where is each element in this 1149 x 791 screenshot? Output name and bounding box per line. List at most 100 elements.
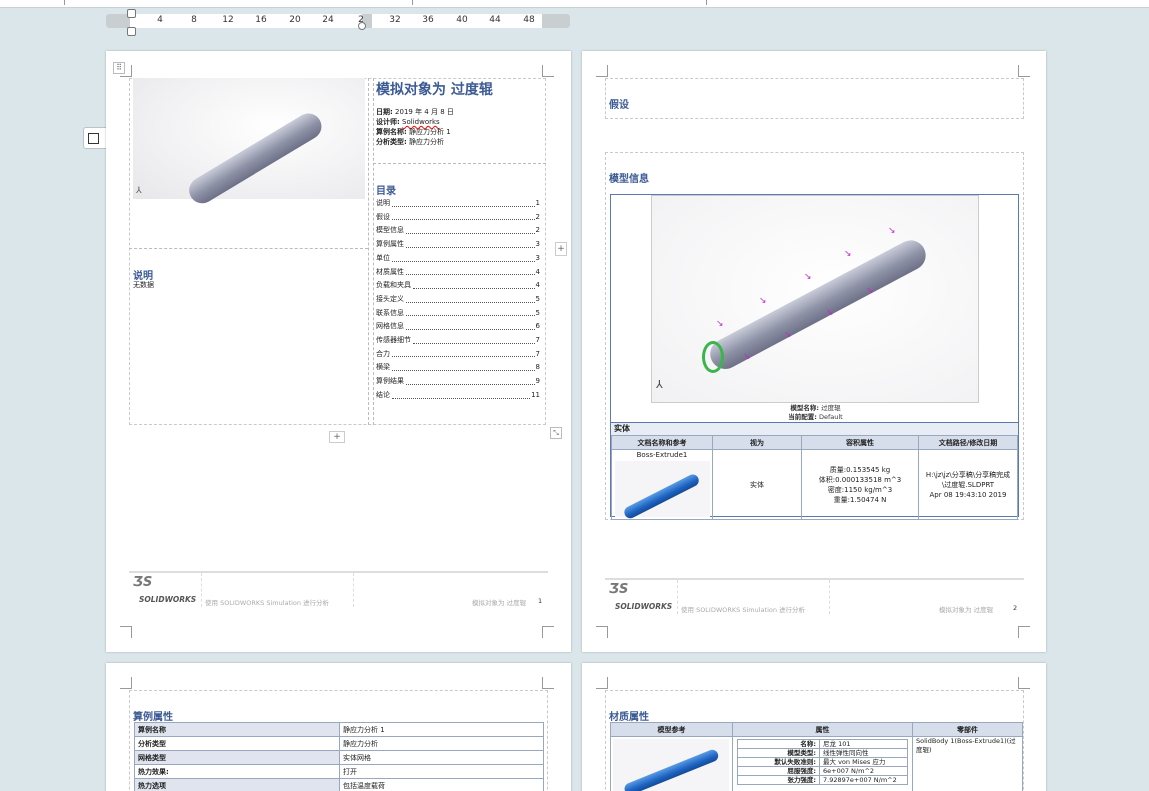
top-ruler-strip: [0, 0, 1149, 8]
ruler-tick: 4: [157, 15, 163, 25]
toc-item[interactable]: 模型信息 2: [376, 224, 540, 238]
meta-label: 算例名称:: [376, 128, 407, 136]
treated-as: 实体: [712, 449, 802, 520]
page-number: 2: [1013, 604, 1018, 612]
toc-item[interactable]: 传感器细节 7: [376, 334, 540, 348]
meta-value: 静应力分析 1: [409, 128, 451, 136]
config-value: Default: [818, 413, 843, 421]
ruler-tick: 8: [191, 15, 197, 25]
left-indent-marker[interactable]: [127, 27, 136, 36]
footer-title: 模拟对象为 过度辊: [939, 606, 994, 614]
description-text: 无数据: [133, 281, 154, 289]
load-arrows: ↘ ↘ ↘ ↘ ↘ ↘ ↘ ↘ ↘: [716, 226, 896, 362]
ruler-tick: 36: [422, 15, 434, 25]
table-row: 名称: 尼龙 101 模型类型: 线性弹性同向性 默认失败准则: 最大 von Mis…: [610, 736, 1023, 791]
horizontal-ruler[interactable]: 4 8 12 16 20 24 2 32 36 40 44 48: [106, 9, 570, 36]
ruler-tick: 40: [456, 15, 468, 25]
toc-item[interactable]: 结论 11: [376, 389, 540, 403]
ruler-tick: 48: [523, 15, 535, 25]
toc-item[interactable]: 假设 2: [376, 211, 540, 225]
toc-item-page: 9: [535, 377, 540, 386]
footer-text: 使用 SOLIDWORKS Simulation 进行分析: [205, 599, 330, 607]
model-image: ⅄: [133, 78, 365, 209]
ruler-tick: 44: [489, 15, 501, 25]
first-line-indent-marker[interactable]: [127, 9, 136, 18]
toc-item-page: 5: [535, 308, 540, 317]
toc-item-label: 假设: [376, 212, 390, 221]
page-1: ⠿ ⅄ 模拟对象为 过度辊 日期: 2019 年 4 月 8 日 设计师: So…: [106, 51, 571, 652]
ruler-tick: 12: [222, 15, 234, 25]
toc-item-page: 7: [535, 349, 540, 358]
meta-label: 设计师:: [376, 118, 400, 126]
assumptions-heading: 假设: [609, 100, 629, 111]
table-row: 算例名称 静应力分析 1: [134, 722, 544, 737]
toc-item-page: 1: [535, 199, 540, 207]
toc-item-page: 3: [535, 240, 540, 249]
ruler-tick: 32: [389, 15, 401, 25]
toc-item[interactable]: 联系信息 5: [376, 307, 540, 321]
table-row: 网格类型 实体网格: [134, 750, 544, 765]
right-indent-marker[interactable]: [358, 22, 366, 30]
toc-item-label: 算例属性: [376, 240, 404, 249]
toc-item-page: 3: [535, 253, 540, 262]
toc-item[interactable]: 算例属性 3: [376, 238, 540, 252]
column-header: 零部件: [912, 722, 1023, 737]
model-info-heading: 模型信息: [609, 174, 649, 185]
weight-prop: 重量:1.50474 N: [833, 495, 887, 504]
toc-item[interactable]: 横梁 8: [376, 361, 540, 375]
add-row-button[interactable]: +: [329, 431, 345, 443]
page-3: 算例属性 算例名称 静应力分析 1 分析类型 静应力分析 网格类型 实体网格 热力效果…: [106, 663, 571, 791]
table-row: Boss-Extrude1 实体 质量:0.153545 kg 体积:0.000…: [611, 449, 1018, 521]
solidworks-logo: ƷS SOLIDWORKS: [609, 582, 673, 611]
column-header: 容积属性: [801, 435, 919, 450]
material-thumbnail: [613, 739, 729, 791]
table-resize-handle[interactable]: ⤡: [550, 427, 562, 439]
meta-label: 分析类型:: [376, 138, 407, 146]
table-row: 热力选项 包括温度载荷: [134, 778, 544, 791]
toc-item[interactable]: 合力 7: [376, 348, 540, 362]
toc-item-label: 网格信息: [376, 322, 404, 331]
toc-item-page: 4: [535, 281, 540, 290]
material-props-inner: 名称: 尼龙 101 模型类型: 线性弹性同向性 默认失败准则: 最大 von Mis…: [737, 739, 908, 785]
toc-item-label: 合力: [376, 349, 390, 358]
toc-item[interactable]: 接头定义 5: [376, 293, 540, 307]
meta-value: 静应力分析: [409, 138, 445, 146]
ruler-tick: 20: [289, 15, 301, 25]
model-render: ⅄ ↘ ↘ ↘ ↘ ↘ ↘ ↘ ↘ ↘: [651, 195, 979, 403]
toc-item-label: 算例结果: [376, 377, 404, 386]
axis-triad-icon: ⅄: [656, 378, 663, 391]
column-header: 模型参考: [610, 722, 733, 737]
toc-item-page: 6: [535, 322, 540, 331]
toc-item-label: 传感器细节: [376, 336, 411, 345]
footer-title: 模拟对象为 过度辊: [472, 599, 527, 607]
solidworks-logo: ƷS SOLIDWORKS: [133, 575, 197, 604]
toc-item-label: 接头定义: [376, 294, 404, 303]
meta-value: Solidworks: [402, 118, 440, 126]
toc-item-label: 横梁: [376, 363, 390, 372]
toc-heading: 目录: [376, 186, 396, 197]
toc-item-page: 2: [535, 226, 540, 235]
doc-date: Apr 08 19:43:10 2019: [929, 490, 1007, 499]
table-move-handle[interactable]: ⠿: [113, 62, 125, 74]
column-header: 文档路径/修改日期: [918, 435, 1018, 450]
body-thumbnail: [614, 461, 710, 521]
toc-item[interactable]: 说明 1: [376, 197, 540, 211]
meta-label: 日期:: [376, 108, 393, 116]
material-props-table: 模型参考 属性 零部件 名称: 尼龙 101 模型类型: 线性弹性同向性 默认失败准…: [610, 722, 1023, 791]
toc-item-page: 7: [535, 336, 540, 345]
add-column-button[interactable]: +: [555, 242, 567, 256]
toc-item[interactable]: 算例结果 9: [376, 375, 540, 389]
study-props-table: 算例名称 静应力分析 1 分析类型 静应力分析 网格类型 实体网格 热力效果: 打开 热…: [134, 722, 544, 791]
footer-text: 使用 SOLIDWORKS Simulation 进行分析: [681, 606, 806, 614]
toc-item[interactable]: 负载和夹具 4: [376, 279, 540, 293]
mass-prop: 质量:0.153545 kg: [829, 465, 891, 474]
toc-item[interactable]: 网格信息 6: [376, 320, 540, 334]
table-of-contents: 说明 1 假设 2 模型信息 2 算例属性 3 单位 3 材质属性 4 负载和夹具 4 接头定义 5 联系信息 5…: [376, 197, 540, 403]
toc-item-page: 4: [535, 267, 540, 276]
ruler-tick: 24: [322, 15, 334, 25]
ruler-tick: 16: [255, 15, 267, 25]
toc-item-label: 结论: [376, 390, 390, 399]
toc-item[interactable]: 单位 3: [376, 252, 540, 266]
toc-item[interactable]: 材质属性 4: [376, 266, 540, 280]
study-props-heading: 算例属性: [133, 712, 173, 723]
